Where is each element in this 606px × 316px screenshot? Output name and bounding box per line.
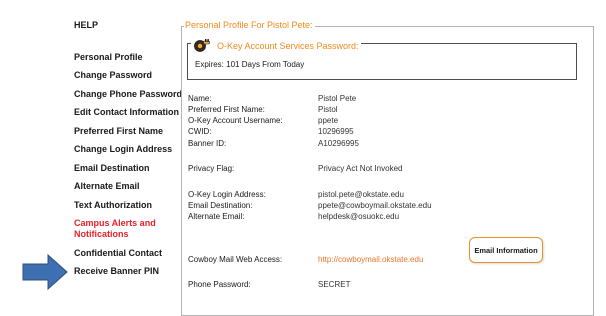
okey-title-text: O-Key Account Services Password: [217,41,359,51]
banner-id-label: Banner ID: [188,139,227,148]
sidebar-item-email-destination[interactable]: Email Destination [74,163,150,174]
expires-value: 101 Days From Today [226,60,305,69]
alternate-email-label: Alternate Email: [188,212,245,221]
okey-login-address-label: O-Key Login Address: [188,190,266,199]
key-lock-icon [194,39,210,52]
sidebar-item-change-phone-password[interactable]: Change Phone Password [74,89,182,100]
okey-login-address-value: pistol.pete@okstate.edu [318,190,404,199]
phone-password-value: SECRET [318,280,351,289]
okey-box-title: O-Key Account Services Password: [191,38,361,54]
cowboy-mail-link[interactable]: http://cowboymail.okstate.edu [318,255,423,265]
preferred-first-name-label: Preferred First Name: [188,105,265,114]
alternate-email-value: helpdesk@osuokc.edu [318,212,400,221]
cowboy-mail-label: Cowboy Mail Web Access: [188,255,283,264]
sidebar-item-receive-banner-pin[interactable]: Receive Banner PIN [74,266,159,277]
sidebar-item-edit-contact-information[interactable]: Edit Contact Information [74,107,179,118]
phone-password-label: Phone Password: [188,280,251,289]
banner-id-value: A10296995 [318,139,359,148]
email-destination-value: ppete@cowboymail.okstate.edu [318,201,432,210]
cwid-label: CWID: [188,127,212,136]
sidebar-item-confidential-contact[interactable]: Confidential Contact [74,248,162,259]
privacy-flag-label: Privacy Flag: [188,164,235,173]
privacy-flag-value: Privacy Act Not Invoked [318,164,403,173]
panel-title: Personal Profile For Pistol Pete: [184,20,315,30]
email-destination-label: Email Destination: [188,201,253,210]
name-label: Name: [188,94,212,103]
okey-username-label: O-Key Account Username: [188,116,283,125]
okey-username-value: ppete [318,116,339,125]
sidebar-item-campus-alerts[interactable]: Campus Alerts and Notifications [74,218,156,240]
sidebar-item-label: Notifications [74,229,129,239]
sidebar-item-personal-profile[interactable]: Personal Profile [74,52,143,63]
right-arrow-icon [22,253,68,291]
email-information-button[interactable]: Email Information [469,237,543,263]
sidebar-item-alternate-email[interactable]: Alternate Email [74,181,140,192]
preferred-first-name-value: Pistol [318,105,338,114]
cwid-value: 10296995 [318,127,354,136]
sidebar-item-change-login-address[interactable]: Change Login Address [74,144,172,155]
sidebar-item-label: Campus Alerts and [74,218,156,228]
okey-expires: Expires: 101 Days From Today [195,60,304,69]
name-value: Pistol Pete [318,94,357,103]
help-link[interactable]: HELP [74,20,98,30]
sidebar-item-preferred-first-name[interactable]: Preferred First Name [74,126,163,137]
sidebar-item-change-password[interactable]: Change Password [74,70,152,81]
sidebar-item-text-authorization[interactable]: Text Authorization [74,200,152,211]
expires-label: Expires: [195,60,224,69]
